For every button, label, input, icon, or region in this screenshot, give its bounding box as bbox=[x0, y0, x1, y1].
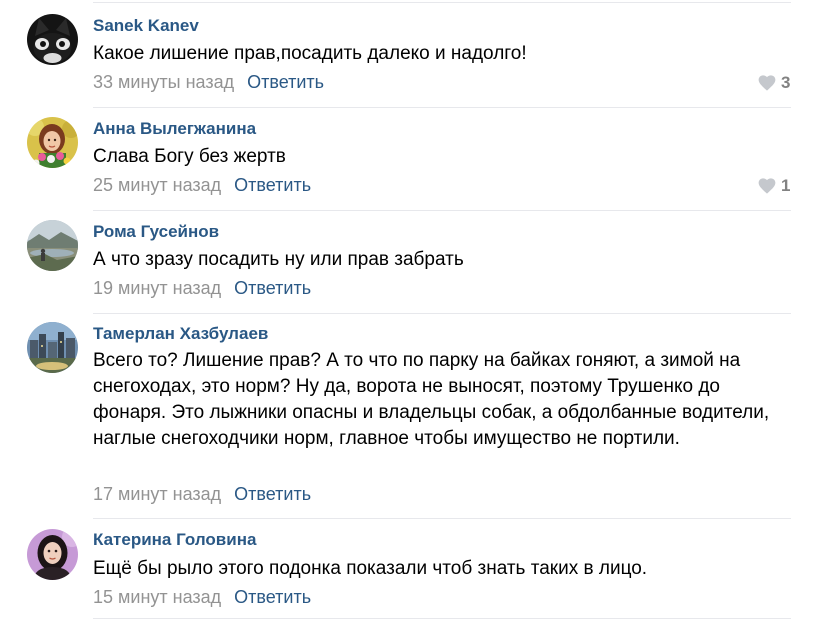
comment-author[interactable]: Тамерлан Хазбулаев bbox=[93, 324, 268, 344]
comment-timestamp[interactable]: 15 минут назад bbox=[93, 587, 221, 607]
heart-icon bbox=[758, 75, 776, 91]
city-avatar-icon[interactable] bbox=[27, 322, 78, 373]
comment-author[interactable]: Sanek Kanev bbox=[93, 16, 199, 36]
comment-text: Слава Богу без жертв bbox=[93, 146, 286, 167]
like-count: 3 bbox=[781, 73, 791, 92]
comment-divider bbox=[93, 107, 791, 108]
comment-meta: 33 минуты назад Ответить bbox=[93, 72, 324, 93]
reply-button[interactable]: Ответить bbox=[234, 175, 311, 195]
reply-button[interactable]: Ответить bbox=[234, 278, 311, 298]
comment-text: А что зразу посадить ну или прав забрать bbox=[93, 249, 464, 270]
like-button[interactable]: 1 bbox=[758, 176, 790, 196]
comment-text: Всего то? Лишение прав? А то что по парк… bbox=[93, 350, 770, 449]
comment-timestamp[interactable]: 33 минуты назад bbox=[93, 72, 234, 92]
comment-meta: 19 минут назад Ответить bbox=[93, 278, 311, 299]
woman-flowers-avatar-icon[interactable] bbox=[27, 117, 78, 168]
heart-icon bbox=[758, 178, 776, 194]
landscape-avatar-icon[interactable] bbox=[27, 220, 78, 271]
comment-timestamp[interactable]: 25 минут назад bbox=[93, 175, 221, 195]
comment-meta: 25 минут назад Ответить bbox=[93, 175, 311, 196]
like-count: 1 bbox=[781, 176, 791, 195]
comment-text: Ещё бы рыло этого подонка показали чтоб … bbox=[93, 558, 648, 579]
comment-author[interactable]: Рома Гусейнов bbox=[93, 222, 219, 242]
comment-meta: 15 минут назад Ответить bbox=[93, 587, 311, 608]
reply-button[interactable]: Ответить bbox=[234, 587, 311, 607]
cat-avatar-icon[interactable] bbox=[27, 14, 78, 65]
comment-author[interactable]: Катерина Головина bbox=[93, 530, 256, 550]
reply-button[interactable]: Ответить bbox=[247, 72, 324, 92]
comment-timestamp[interactable]: 19 минут назад bbox=[93, 278, 221, 298]
woman-portrait-avatar-icon[interactable] bbox=[27, 529, 78, 580]
reply-button[interactable]: Ответить bbox=[234, 484, 311, 504]
comment-meta: 17 минут назад Ответить bbox=[93, 484, 311, 505]
comment-divider bbox=[93, 618, 791, 619]
comment-divider bbox=[93, 518, 791, 519]
comment-author[interactable]: Анна Вылегжанина bbox=[93, 119, 256, 139]
comment-timestamp[interactable]: 17 минут назад bbox=[93, 484, 221, 504]
like-button[interactable]: 3 bbox=[758, 73, 790, 93]
top-divider bbox=[93, 2, 791, 3]
comment-text: Какое лишение прав,посадить далеко и над… bbox=[93, 43, 527, 64]
comment-divider bbox=[93, 313, 791, 314]
comment-divider bbox=[93, 210, 791, 211]
